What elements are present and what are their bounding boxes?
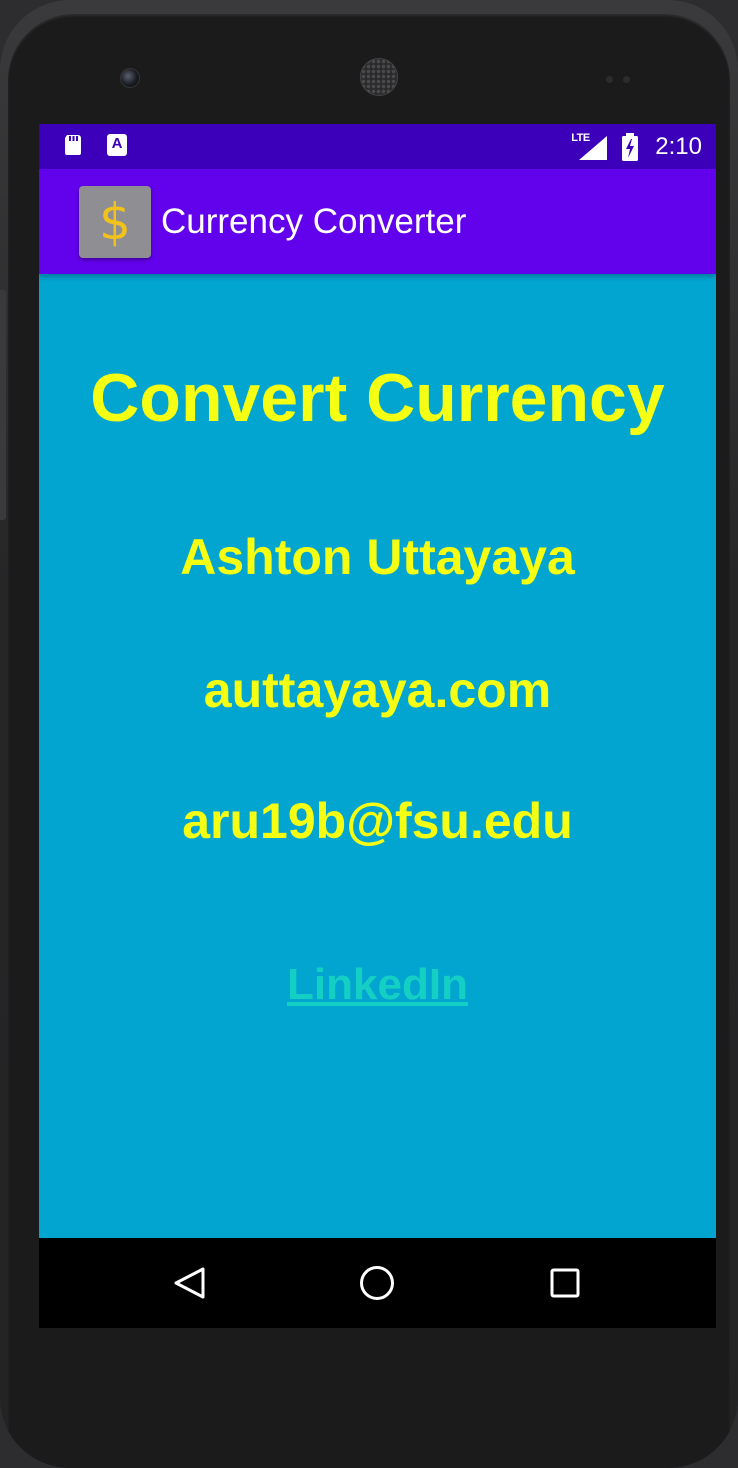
- linkedin-link[interactable]: LinkedIn: [39, 955, 716, 1015]
- proximity-sensor: [606, 70, 646, 83]
- app-title: Currency Converter: [161, 202, 467, 241]
- battery-charging-icon: [622, 133, 639, 161]
- navigation-bar: [39, 1238, 716, 1328]
- author-email: aru19b@fsu.edu: [182, 793, 573, 849]
- status-bar: A LTE 2:10: [39, 124, 716, 169]
- status-bar-system: LTE 2:10: [571, 130, 702, 164]
- status-time: 2:10: [655, 133, 702, 160]
- author-name: Ashton Uttayaya: [180, 529, 575, 585]
- back-icon[interactable]: [170, 1263, 210, 1303]
- page-heading: Convert Currency: [90, 360, 665, 436]
- status-bar-notifications: A: [61, 133, 127, 157]
- speaker-grille-icon: [360, 58, 398, 96]
- phone-device-frame: A LTE 2:10 $ Currency Converter Convert …: [0, 0, 738, 1468]
- recents-icon[interactable]: [545, 1263, 585, 1303]
- lte-signal-icon: LTE: [571, 132, 611, 162]
- phone-screen: A LTE 2:10 $ Currency Converter Convert …: [39, 124, 716, 1328]
- sd-card-icon: [65, 135, 81, 155]
- author-website: auttayaya.com: [203, 662, 552, 718]
- app-toolbar: $ Currency Converter: [39, 169, 716, 274]
- side-button: [0, 290, 6, 520]
- a-notification-letter: A: [111, 135, 123, 152]
- a-notification-icon: A: [107, 134, 127, 156]
- dollar-icon: $: [79, 186, 151, 258]
- app-icon-glyph: $: [99, 193, 131, 251]
- home-icon[interactable]: [357, 1263, 397, 1303]
- front-camera-icon: [120, 68, 140, 88]
